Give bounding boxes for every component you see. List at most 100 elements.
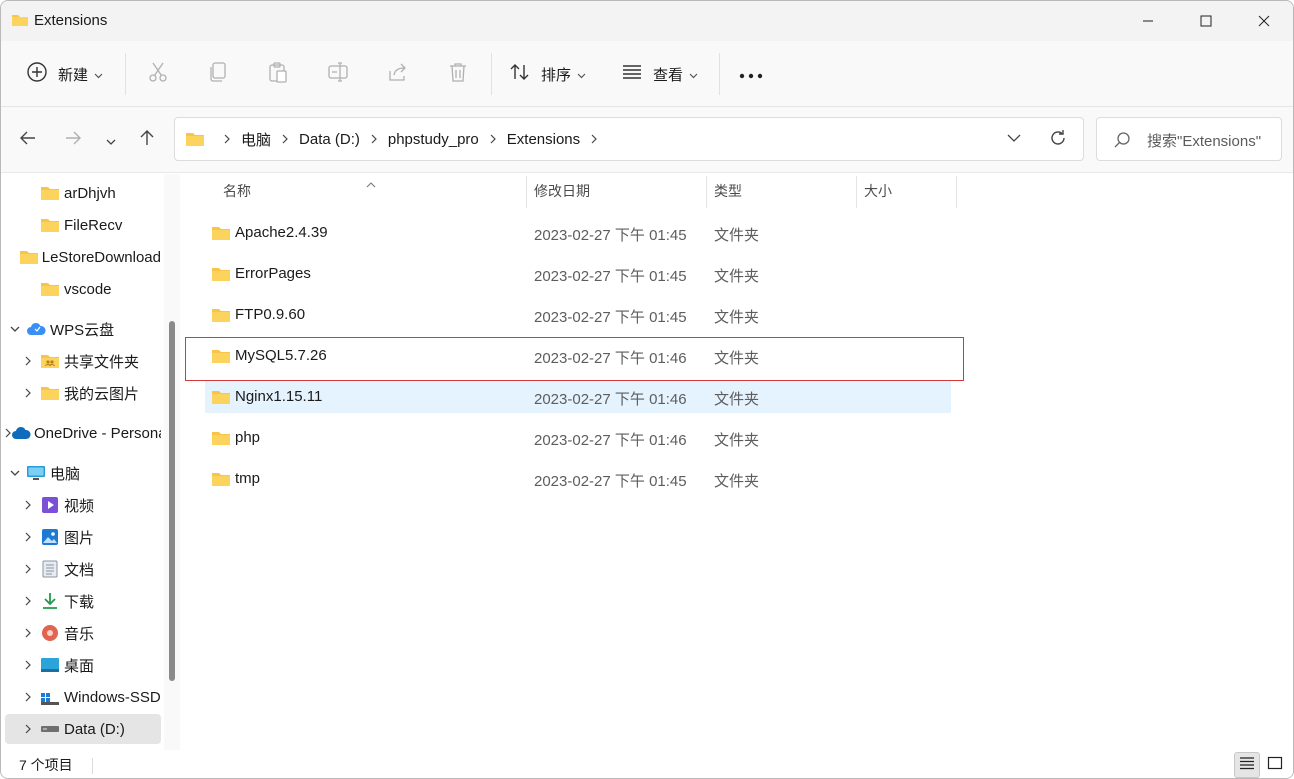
sidebar-item-filerecv[interactable]: FileRecv [5,210,161,240]
folder-icon [211,307,231,327]
folder-icon [39,185,61,201]
file-row[interactable]: ErrorPages 2023-02-27 下午 01:45 文件夹 [205,258,951,290]
refresh-button[interactable] [1049,129,1067,151]
more-options-button[interactable] [738,61,764,87]
sidebar-item-windows-ssd[interactable]: Windows-SSD [5,682,161,712]
share-button[interactable] [385,61,411,87]
tiles-view-icon [1267,756,1283,774]
chevron-right-icon[interactable] [5,596,39,606]
sidebar-item-ardhjvh[interactable]: arDhjvh [5,178,161,208]
chevron-down-icon [106,132,116,149]
sidebar-item-label: LeStoreDownload [41,248,161,266]
details-view-button[interactable] [1234,752,1260,778]
column-divider[interactable] [856,176,857,208]
file-date: 2023-02-27 下午 01:45 [534,473,687,490]
search-box[interactable]: 搜索"Extensions" [1096,117,1282,161]
sidebar-item-my-cloud-pictures[interactable]: 我的云图片 [5,378,161,408]
delete-button[interactable] [445,61,471,87]
sidebar-item-videos[interactable]: 视频 [5,490,161,520]
sidebar-item-pictures[interactable]: 图片 [5,522,161,552]
sidebar-item-lestoredownload[interactable]: LeStoreDownload [5,242,161,272]
sidebar-scrollbar-thumb[interactable] [169,321,175,681]
rename-button[interactable] [325,61,351,87]
file-row[interactable]: FTP0.9.60 2023-02-27 下午 01:45 文件夹 [205,299,951,331]
folder-icon [185,131,205,151]
tiles-view-button[interactable] [1262,752,1288,778]
file-date: 2023-02-27 下午 01:45 [534,309,687,326]
toolbar-divider [719,53,720,95]
chevron-right-icon[interactable] [5,724,39,734]
column-divider[interactable] [956,176,957,208]
file-row[interactable]: Apache2.4.39 2023-02-27 下午 01:45 文件夹 [205,217,951,249]
file-type: 文件夹 [714,227,760,244]
window-title: Extensions [34,12,108,29]
address-dropdown-button[interactable] [1007,130,1021,150]
sidebar-item-label: Data (D:) [64,720,125,738]
recent-locations-button[interactable] [98,127,124,153]
forward-button[interactable] [60,127,86,153]
chevron-right-icon[interactable] [5,532,39,542]
sidebar-item-music[interactable]: 音乐 [5,618,161,648]
sort-button[interactable]: 排序 [509,57,586,91]
sidebar-item-wps-cloud[interactable]: WPS云盘 [5,314,161,344]
sidebar-item-downloads[interactable]: 下载 [5,586,161,616]
cut-button[interactable] [145,61,171,87]
status-divider [92,758,93,774]
column-header-name[interactable]: 名称 [223,174,251,208]
column-header-type[interactable]: 类型 [714,174,742,208]
sidebar-item-shared-folder[interactable]: 共享文件夹 [5,346,161,376]
paste-button[interactable] [265,61,291,87]
breadcrumb-item[interactable]: Extensions [507,131,580,148]
desktop-icon [39,657,61,673]
music-icon [39,624,61,642]
maximize-button[interactable] [1177,1,1235,41]
sidebar-item-this-pc[interactable]: 电脑 [5,458,161,488]
shared-folder-icon [39,353,61,369]
file-row[interactable]: php 2023-02-27 下午 01:46 文件夹 [205,422,951,454]
column-header-size[interactable]: 大小 [864,174,892,208]
address-bar[interactable]: 电脑 Data (D:) phpstudy_pro Extensions [174,117,1084,161]
sidebar-item-onedrive[interactable]: OneDrive - Personal [5,418,161,448]
file-row[interactable]: tmp 2023-02-27 下午 01:45 文件夹 [205,463,951,495]
sidebar-item-data-d[interactable]: Data (D:) [5,714,161,744]
chevron-right-icon[interactable] [5,692,39,702]
file-name: ErrorPages [235,265,311,282]
sidebar-item-label: 我的云图片 [64,385,140,403]
chevron-down-icon[interactable] [5,470,25,476]
sidebar-item-vscode[interactable]: vscode [5,274,161,304]
file-explorer-window: Extensions 新建 排序 查看 电脑 Data (D:) phpstud… [0,0,1294,779]
breadcrumb-item[interactable]: 电脑 [241,129,271,150]
folder-icon [39,217,61,233]
chevron-right-icon[interactable] [5,660,39,670]
details-view-icon [1239,756,1255,774]
view-button[interactable]: 查看 [621,57,698,91]
chevron-down-icon [689,66,698,83]
column-divider[interactable] [706,176,707,208]
file-row[interactable]: Nginx1.15.11 2023-02-27 下午 01:46 文件夹 [205,381,951,413]
chevron-right-icon[interactable] [5,388,39,398]
back-button[interactable] [15,127,41,153]
search-input[interactable]: 搜索"Extensions" [1147,130,1261,151]
breadcrumb-item[interactable]: phpstudy_pro [388,131,479,148]
sidebar-item-documents[interactable]: 文档 [5,554,161,584]
chevron-right-icon[interactable] [5,356,39,366]
chevron-down-icon[interactable] [5,326,25,332]
onedrive-icon [11,426,31,440]
column-divider[interactable] [526,176,527,208]
breadcrumb-item[interactable]: Data (D:) [299,131,360,148]
arrow-up-icon [139,129,155,151]
rename-icon [327,61,349,87]
chevron-right-icon[interactable] [5,628,39,638]
close-button[interactable] [1235,1,1293,41]
copy-button[interactable] [205,61,231,87]
column-header-date[interactable]: 修改日期 [534,174,590,208]
folder-icon [211,389,231,409]
up-button[interactable] [134,127,160,153]
arrow-left-icon [19,130,37,150]
new-button[interactable]: 新建 [26,57,103,91]
chevron-right-icon[interactable] [5,564,39,574]
minimize-button[interactable] [1119,1,1177,41]
sidebar-item-desktop[interactable]: 桌面 [5,650,161,680]
chevron-down-icon [577,66,586,83]
chevron-right-icon[interactable] [5,500,39,510]
